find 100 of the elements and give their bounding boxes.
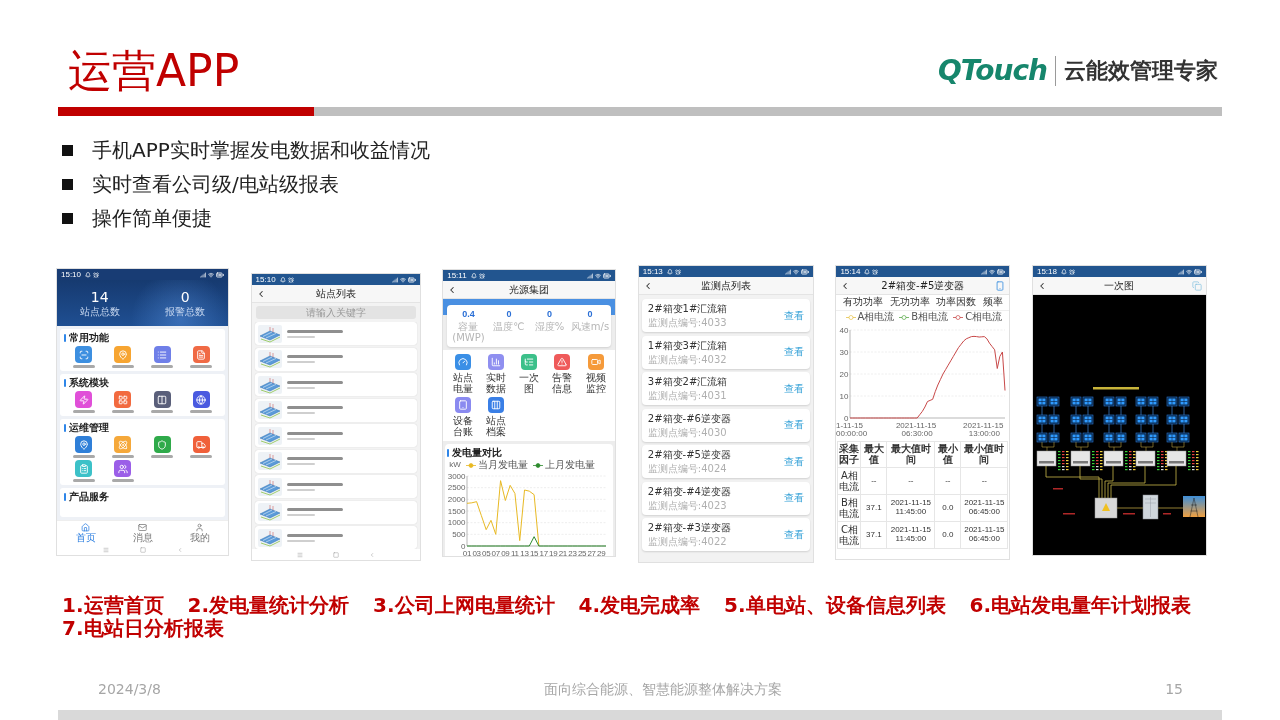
globe-icon[interactable] <box>192 391 210 408</box>
stat-label: 风速m/s <box>570 321 610 332</box>
truck-icon[interactable] <box>192 436 210 453</box>
monitor-point-card[interactable]: 1#箱变3#汇流箱 监测点编号:4032 查看 <box>641 335 810 369</box>
station-card[interactable] <box>254 475 417 498</box>
monitor-point-card[interactable]: 2#箱变-#3逆变器 监测点编号:4022 查看 <box>641 518 810 551</box>
map-pin-icon[interactable] <box>75 436 93 453</box>
point-code: 监测点编号:4022 <box>647 536 728 547</box>
station-card[interactable] <box>254 424 417 447</box>
axis-tick-label: 09 <box>501 548 510 556</box>
legend-label: 当月发电量 <box>477 460 528 470</box>
point-name: 2#箱变-#5逆变器 <box>647 449 732 460</box>
shield-icon[interactable] <box>153 436 171 453</box>
function-button[interactable]: 一次图 <box>512 354 546 394</box>
table-cell: 0.0 <box>935 495 962 522</box>
function-button[interactable]: 设备台账 <box>446 397 480 437</box>
metric-tab[interactable]: 无功功率 <box>889 296 930 309</box>
bottom-tab[interactable]: 我的 <box>171 521 228 544</box>
axis-tick-label: 1000 <box>447 518 466 528</box>
axis-tick-label: 13 <box>520 548 529 556</box>
bell-icon <box>666 268 673 275</box>
screen-title: 光源集团 <box>508 284 551 295</box>
caption-text: 2.发电量统计分析 <box>187 594 350 617</box>
table-cell: -- <box>887 468 936 495</box>
legend-label: C相电流 <box>965 312 1003 322</box>
function-button[interactable]: 站点电量 <box>446 354 480 394</box>
bottom-tab[interactable]: 消息 <box>114 521 171 544</box>
signal-icon <box>587 272 594 279</box>
title-accent-bar <box>64 379 66 387</box>
axis-tick-label: 20 <box>839 369 849 379</box>
solar-array-icon <box>257 452 282 470</box>
footer-subtitle: 面向综合能源、智慧能源整体解决方案 <box>544 682 783 696</box>
alarm-clock-icon <box>287 276 294 283</box>
point-name: 2#箱变-#3逆变器 <box>647 522 732 533</box>
section-title: 常用功能 <box>69 333 109 343</box>
columns-icon[interactable] <box>153 391 171 408</box>
function-button[interactable]: 实时数据 <box>479 354 513 394</box>
axis-tick-label: 40 <box>839 325 849 335</box>
section-title: 产品服务 <box>69 492 109 502</box>
caption-text: 1.运营首页 <box>62 594 164 617</box>
point-code: 监测点编号:4032 <box>647 353 728 365</box>
station-card[interactable] <box>254 322 417 345</box>
y-axis <box>466 475 468 547</box>
caption-text: 7.电站日分析报表 <box>62 617 224 640</box>
status-time: 15:18 <box>1036 267 1057 276</box>
caption-text: 6.电站发电量年计划报表 <box>969 594 1192 617</box>
document-icon[interactable] <box>192 346 210 363</box>
caption-text: 3.公司上网电量统计 <box>373 594 555 617</box>
bullet-icon <box>62 144 73 156</box>
section-title: 系统模块 <box>69 378 109 388</box>
station-card[interactable] <box>254 449 417 473</box>
title-accent-bar <box>64 493 66 501</box>
stat-label: 容量(MWP) <box>451 321 486 343</box>
lightning-icon[interactable] <box>75 391 93 408</box>
stat-label: 湿度% <box>534 321 565 332</box>
axis-tick-label: 29 <box>597 548 606 556</box>
status-time: 15:10 <box>61 270 82 279</box>
station-card[interactable] <box>254 398 417 422</box>
users-icon[interactable] <box>114 460 132 477</box>
stat-value: 0.4 <box>462 310 475 319</box>
clipboard-icon[interactable] <box>75 460 93 477</box>
axis-tick-label: 500 <box>452 530 466 540</box>
home-icon <box>81 522 90 532</box>
atom-icon[interactable] <box>114 436 132 453</box>
metric-tab[interactable]: 有功功率 <box>842 296 883 309</box>
list-icon[interactable] <box>153 346 171 363</box>
monitor-point-card[interactable]: 2#箱变-#5逆变器 监测点编号:4024 查看 <box>641 445 810 478</box>
metric-tab[interactable]: 频率 <box>983 296 1003 309</box>
function-button[interactable]: 告警信息 <box>545 354 579 394</box>
blurred-text-drawing <box>286 533 343 537</box>
title-accent-bar <box>64 424 66 432</box>
station-card[interactable] <box>254 526 417 549</box>
axis-tick-label: 17 <box>539 548 549 556</box>
station-card[interactable] <box>254 500 417 524</box>
bell-icon <box>470 272 477 279</box>
footer-date: 2024/3/8 <box>98 682 161 696</box>
axis-tick-label: 0 <box>844 413 849 423</box>
search-field[interactable]: 请输入关键字 <box>255 306 416 319</box>
function-button[interactable]: 站点档案 <box>479 397 513 437</box>
monitor-point-card[interactable]: 3#箱变2#汇流箱 监测点编号:4031 查看 <box>641 372 810 405</box>
scan-icon[interactable] <box>75 346 93 363</box>
map-pin-icon[interactable] <box>114 346 132 363</box>
axis-tick-label: 2500 <box>447 483 466 493</box>
axis-tick-label: 1500 <box>447 506 466 516</box>
blurred-text-drawing <box>190 455 213 458</box>
monitor-point-card[interactable]: 2#箱变1#汇流箱 监测点编号:4033 查看 <box>641 299 810 332</box>
screen-title: 2#箱变-#5逆变器 <box>880 280 966 291</box>
table-cell: 37.1 <box>861 522 888 549</box>
monitor-point-card[interactable]: 2#箱变-#4逆变器 监测点编号:4023 查看 <box>641 481 810 515</box>
metric-tab[interactable]: 功率因数 <box>936 296 977 309</box>
column-header: 最大值时间 <box>887 442 936 468</box>
bottom-tab[interactable]: 首页 <box>57 521 114 544</box>
monitor-point-card[interactable]: 2#箱变-#6逆变器 监测点编号:4030 查看 <box>641 408 810 442</box>
grid-icon[interactable] <box>114 391 132 408</box>
status-time: 15:13 <box>642 267 663 276</box>
axis-tick-label: 19 <box>549 548 558 556</box>
station-card[interactable] <box>254 373 417 396</box>
function-button[interactable]: 视频监控 <box>579 354 613 394</box>
station-card[interactable] <box>254 347 417 371</box>
phone-icon[interactable] <box>995 280 1006 291</box>
